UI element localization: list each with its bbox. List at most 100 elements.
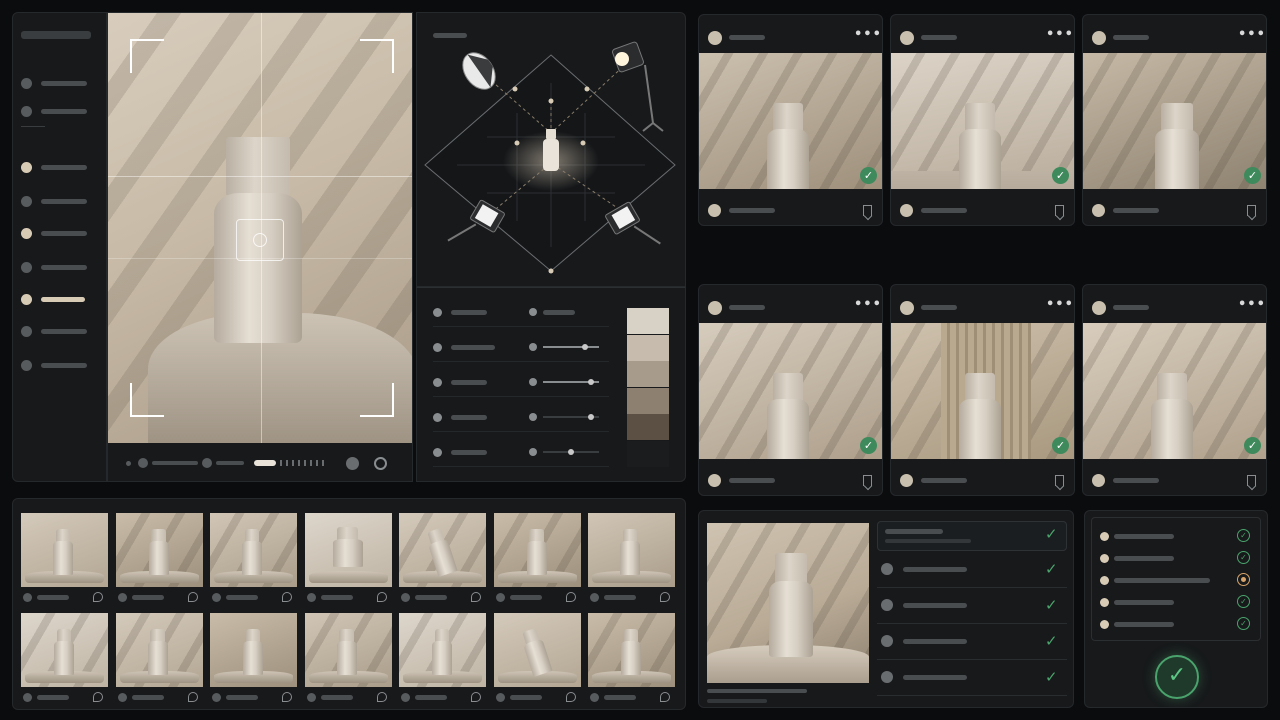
thumbnail-photo[interactable] <box>399 613 486 687</box>
bookmark-icon[interactable] <box>1247 475 1256 486</box>
review-photo[interactable] <box>707 523 869 683</box>
more-options-icon[interactable]: ••• <box>1238 297 1266 312</box>
thumbnail-card[interactable] <box>21 613 108 705</box>
thumbnail-card[interactable] <box>210 513 297 605</box>
comment-icon[interactable] <box>187 592 198 602</box>
timeline-playhead[interactable] <box>254 460 276 466</box>
sidebar-item[interactable] <box>13 195 106 209</box>
thumbnail-card[interactable] <box>493 513 581 605</box>
avatar[interactable] <box>708 31 722 45</box>
bookmark-icon[interactable] <box>1247 205 1256 216</box>
thumbnail-card[interactable] <box>399 613 486 705</box>
comment-icon[interactable] <box>282 692 292 702</box>
crop-corner-bl[interactable] <box>130 383 164 417</box>
thumbnail-photo[interactable] <box>588 613 675 687</box>
main-product-photo[interactable] <box>108 13 412 443</box>
avatar[interactable] <box>1092 31 1106 45</box>
thumbnail-photo[interactable] <box>493 513 581 587</box>
feed-photo[interactable] <box>1083 53 1266 189</box>
comment-icon[interactable] <box>93 592 103 602</box>
feed-photo[interactable] <box>1083 323 1266 459</box>
comment-icon[interactable] <box>376 692 387 702</box>
thumbnail-card[interactable] <box>588 513 675 605</box>
thumbnail-photo[interactable] <box>115 513 203 587</box>
sidebar-item[interactable] <box>13 227 106 241</box>
sidebar-item[interactable] <box>13 77 106 91</box>
feed-photo[interactable] <box>891 53 1074 189</box>
slider-thumb[interactable] <box>588 414 594 420</box>
bookmark-icon[interactable] <box>863 205 872 216</box>
more-options-icon[interactable]: ••• <box>1238 27 1266 42</box>
sidebar-item[interactable] <box>13 261 106 275</box>
comment-icon[interactable] <box>187 692 198 702</box>
thumbnail-photo[interactable] <box>304 513 392 587</box>
crop-corner-tr[interactable] <box>360 39 394 73</box>
more-options-icon[interactable]: ••• <box>854 27 882 42</box>
adjust-slider[interactable] <box>543 346 599 348</box>
avatar[interactable] <box>900 204 913 217</box>
focus-crosshair-icon[interactable] <box>236 219 284 261</box>
color-swatch[interactable] <box>627 361 669 387</box>
thumbnail-card[interactable] <box>21 513 108 605</box>
feed-photo[interactable] <box>891 323 1074 459</box>
bookmark-icon[interactable] <box>1055 475 1064 486</box>
thumbnail-photo[interactable] <box>21 613 108 687</box>
sidebar-item[interactable] <box>13 161 106 175</box>
sidebar-item[interactable] <box>13 105 106 119</box>
comment-icon[interactable] <box>565 692 576 702</box>
comment-icon[interactable] <box>471 592 481 602</box>
avatar[interactable] <box>1092 301 1106 315</box>
color-swatch[interactable] <box>627 387 669 414</box>
timeline-marker[interactable] <box>138 458 148 468</box>
adjust-toggle[interactable] <box>529 308 537 316</box>
more-options-icon[interactable]: ••• <box>1046 27 1074 42</box>
timeline-start-dot[interactable] <box>126 461 131 466</box>
approve-all-button[interactable]: ✓ <box>1155 655 1199 699</box>
color-swatch[interactable] <box>627 334 669 361</box>
avatar[interactable] <box>900 31 914 45</box>
thumbnail-photo[interactable] <box>399 513 486 587</box>
thumbnail-card[interactable] <box>210 613 297 705</box>
bookmark-icon[interactable] <box>863 475 872 486</box>
thumbnail-photo[interactable] <box>115 613 203 687</box>
avatar[interactable] <box>1092 204 1105 217</box>
avatar[interactable] <box>1092 474 1105 487</box>
more-options-icon[interactable]: ••• <box>854 297 882 312</box>
avatar[interactable] <box>708 204 721 217</box>
thumbnail-photo[interactable] <box>304 613 392 687</box>
thumbnail-card[interactable] <box>304 513 392 605</box>
thumbnail-photo[interactable] <box>493 613 581 687</box>
thumbnail-card[interactable] <box>493 613 581 705</box>
thumbnail-card[interactable] <box>399 513 486 605</box>
lighting-diagram[interactable] <box>417 13 686 287</box>
color-swatch[interactable] <box>627 440 669 467</box>
thumbnail-card[interactable] <box>304 613 392 705</box>
avatar[interactable] <box>900 301 914 315</box>
color-swatch[interactable] <box>627 308 669 334</box>
sidebar-item[interactable] <box>13 359 106 373</box>
crop-corner-tl[interactable] <box>130 39 164 73</box>
record-button[interactable] <box>346 457 359 470</box>
avatar[interactable] <box>708 474 721 487</box>
comment-icon[interactable] <box>376 592 387 602</box>
thumbnail-photo[interactable] <box>210 513 297 587</box>
more-options-icon[interactable]: ••• <box>1046 297 1074 312</box>
sidebar-item[interactable] <box>13 325 106 339</box>
avatar[interactable] <box>708 301 722 315</box>
slider-thumb[interactable] <box>568 449 574 455</box>
color-swatch[interactable] <box>627 414 669 440</box>
comment-icon[interactable] <box>660 592 670 602</box>
feed-photo[interactable] <box>699 53 882 189</box>
timeline-frames[interactable] <box>280 460 326 466</box>
slider-thumb[interactable] <box>582 344 588 350</box>
feed-photo[interactable] <box>699 323 882 459</box>
timeline-marker[interactable] <box>202 458 212 468</box>
thumbnail-card[interactable] <box>115 613 203 705</box>
comment-icon[interactable] <box>93 692 103 702</box>
thumbnail-photo[interactable] <box>210 613 297 687</box>
capture-button[interactable] <box>374 457 387 470</box>
slider-thumb[interactable] <box>588 379 594 385</box>
thumbnail-card[interactable] <box>115 513 203 605</box>
comment-icon[interactable] <box>282 592 292 602</box>
comment-icon[interactable] <box>471 692 481 702</box>
